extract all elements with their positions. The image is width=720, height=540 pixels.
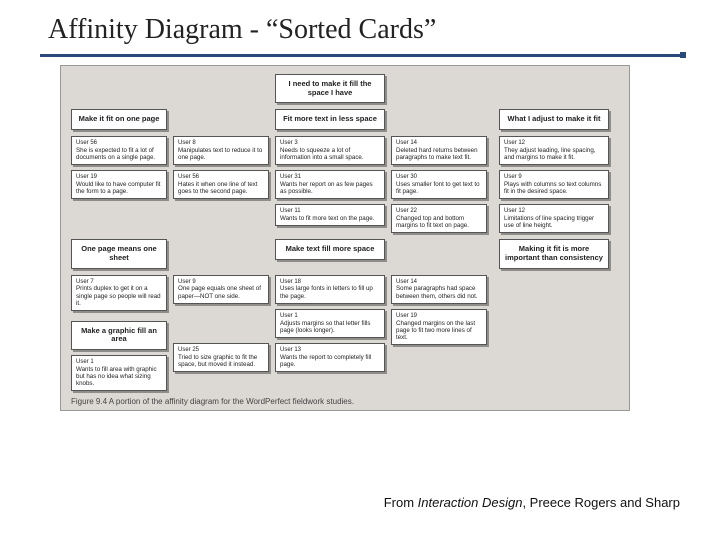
note-card: User 31Wants her report on as few pages … xyxy=(275,170,385,199)
note-card: User 25Tried to size graphic to fit the … xyxy=(173,343,269,372)
credit-suffix: , Preece Rogers and Sharp xyxy=(522,495,680,510)
note-card: User 12Limitations of line spacing trigg… xyxy=(499,204,609,233)
note-card: User 1Wants to fill area with graphic bu… xyxy=(71,355,167,391)
note-card: User 18Uses large fonts in letters to fi… xyxy=(275,275,385,304)
group-header: Make it fit on one page xyxy=(71,109,167,130)
credit-prefix: From xyxy=(384,495,418,510)
note-card: User 19Would like to have computer fit t… xyxy=(71,170,167,199)
note-card: User 8Manipulates text to reduce it to o… xyxy=(173,136,269,165)
note-card: User 14Some paragraphs had space between… xyxy=(391,275,487,304)
sub-header-row-1: Make it fit on one page Fit more text in… xyxy=(71,109,619,130)
credit-line: From Interaction Design, Preece Rogers a… xyxy=(384,495,680,510)
note-card: User 56Hates it when one line of text go… xyxy=(173,170,269,199)
note-card: User 9One page equals one sheet of paper… xyxy=(173,275,269,304)
credit-book: Interaction Design xyxy=(418,495,523,510)
group-header: Make text fill more space xyxy=(275,239,385,260)
top-header-row: I need to make it fill the space I have xyxy=(71,74,619,103)
note-card: User 13Wants the report to completely fi… xyxy=(275,343,385,372)
title-rule xyxy=(40,54,680,57)
note-card: User 11Wants to fit more text on the pag… xyxy=(275,204,385,226)
note-card: User 7Prints duplex to get it on a singl… xyxy=(71,275,167,311)
group-header: One page means one sheet xyxy=(71,239,167,268)
affinity-figure: I need to make it fill the space I have … xyxy=(60,65,630,411)
figure-caption: Figure 9.4 A portion of the affinity dia… xyxy=(71,397,619,406)
sub-header-row-2: One page means one sheet Make text fill … xyxy=(71,239,619,268)
group-header: Make a graphic fill an area xyxy=(71,321,167,350)
group-header: I need to make it fill the space I have xyxy=(275,74,385,103)
slide-title: Affinity Diagram - “Sorted Cards” xyxy=(0,0,720,54)
note-card: User 30Uses smaller font to get text to … xyxy=(391,170,487,199)
note-card: User 1Adjusts margins so that letter fil… xyxy=(275,309,385,338)
note-card: User 9Plays with columns so text columns… xyxy=(499,170,609,199)
note-card: User 12They adjust leading, line spacing… xyxy=(499,136,609,165)
note-card: User 22Changed top and bottom margins to… xyxy=(391,204,487,233)
group-header: Fit more text in less space xyxy=(275,109,385,130)
note-card: User 14Deleted hard returns between para… xyxy=(391,136,487,165)
note-card: User 3Needs to squeeze a lot of informat… xyxy=(275,136,385,165)
note-card: User 56She is expected to fit a lot of d… xyxy=(71,136,167,165)
group-header: Making it fit is more important than con… xyxy=(499,239,609,268)
group-header: What I adjust to make it fit xyxy=(499,109,609,130)
card-band-1: User 56She is expected to fit a lot of d… xyxy=(71,136,619,233)
card-band-2: User 7Prints duplex to get it on a singl… xyxy=(71,275,619,392)
note-card: User 19Changed margins on the last page … xyxy=(391,309,487,345)
